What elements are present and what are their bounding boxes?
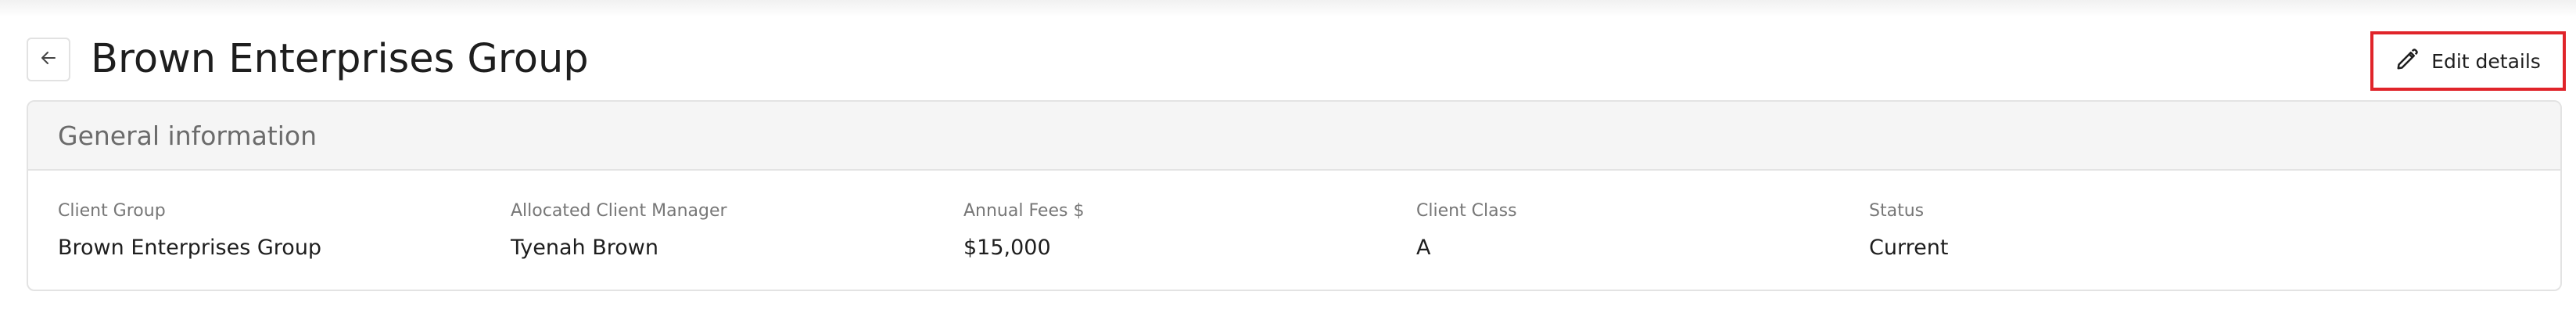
edit-details-label: Edit details xyxy=(2431,49,2541,73)
page-header: Brown Enterprises Group Edit details xyxy=(27,31,2566,91)
field-label: Client Class xyxy=(1416,201,1517,221)
card-header: General information xyxy=(28,102,2560,171)
top-shade xyxy=(0,0,2576,17)
field-status: Status Current xyxy=(1869,200,1948,261)
field-value: Tyenah Brown xyxy=(511,236,658,260)
field-value: $15,000 xyxy=(963,236,1051,260)
general-information-card: General information Client Group Brown E… xyxy=(27,100,2562,291)
back-button[interactable] xyxy=(27,38,70,81)
field-client-group: Client Group Brown Enterprises Group xyxy=(58,200,321,261)
field-value: Current xyxy=(1869,236,1949,260)
field-value: A xyxy=(1416,236,1431,260)
pencil-icon xyxy=(2395,48,2419,74)
edit-details-button[interactable]: Edit details xyxy=(2370,31,2566,91)
arrow-left-icon xyxy=(39,49,58,70)
field-annual-fees: Annual Fees $ $15,000 xyxy=(963,200,1084,261)
card-title: General information xyxy=(58,120,317,151)
field-label: Annual Fees $ xyxy=(963,201,1085,221)
field-label: Client Group xyxy=(58,201,166,221)
field-label: Status xyxy=(1869,201,1925,221)
field-label: Allocated Client Manager xyxy=(511,201,727,221)
field-client-class: Client Class A xyxy=(1416,200,1517,261)
field-allocated-client-manager: Allocated Client Manager Tyenah Brown xyxy=(511,200,727,261)
page-title: Brown Enterprises Group xyxy=(91,36,589,82)
field-value: Brown Enterprises Group xyxy=(58,236,322,260)
